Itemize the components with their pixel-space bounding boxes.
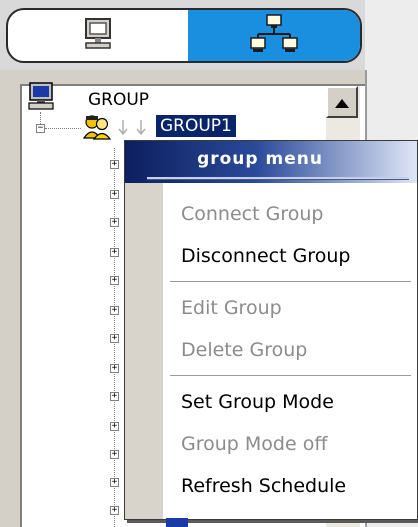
menu-item-disconnect-group[interactable]: Disconnect Group: [181, 245, 350, 267]
expand-toggle[interactable]: +: [110, 506, 119, 515]
expand-toggle[interactable]: +: [110, 190, 119, 199]
view-tab-bar: [0, 0, 418, 70]
menu-header: group menu: [125, 141, 417, 183]
menu-item-refresh-schedule[interactable]: Refresh Schedule: [181, 475, 346, 497]
tree-node-icon: [166, 518, 188, 527]
network-icon: [249, 13, 299, 58]
expand-toggle[interactable]: +: [110, 422, 119, 431]
root-node-icon: [28, 82, 54, 114]
link-arrows-icon: [116, 118, 152, 140]
expand-toggle[interactable]: +: [110, 364, 119, 373]
tree-root-label[interactable]: GROUP: [88, 90, 149, 110]
scroll-up-arrow-icon: [335, 93, 349, 112]
expand-toggle[interactable]: +: [110, 218, 119, 227]
scroll-up-button[interactable]: [326, 86, 358, 118]
tree-node-selected-label[interactable]: GROUP1: [156, 115, 236, 137]
tab-network-view[interactable]: [188, 10, 360, 61]
view-tab-group: [6, 8, 362, 63]
collapse-toggle[interactable]: −: [36, 124, 45, 133]
menu-separator: [170, 375, 411, 377]
group-context-menu: group menu Connect Group Disconnect Grou…: [124, 140, 418, 520]
menu-item-edit-group[interactable]: Edit Group: [181, 297, 282, 319]
group-users-icon: [82, 114, 112, 144]
expand-toggle[interactable]: +: [110, 306, 119, 315]
menu-header-divider: [147, 177, 409, 180]
expand-toggle[interactable]: +: [110, 160, 119, 169]
expand-toggle[interactable]: +: [110, 450, 119, 459]
menu-item-delete-group[interactable]: Delete Group: [181, 339, 307, 361]
expand-toggle[interactable]: +: [110, 478, 119, 487]
menu-item-set-group-mode[interactable]: Set Group Mode: [181, 391, 334, 413]
menu-icon-gutter: [125, 183, 163, 519]
expand-toggle[interactable]: +: [110, 248, 119, 257]
computer-icon: [82, 17, 114, 55]
expand-toggle[interactable]: +: [110, 334, 119, 343]
tree-connector-line: [45, 128, 81, 129]
expand-toggle[interactable]: +: [110, 392, 119, 401]
tab-local-view[interactable]: [8, 10, 188, 61]
menu-item-group-mode-off[interactable]: Group Mode off: [181, 433, 327, 455]
menu-title: group menu: [197, 149, 323, 169]
tab-bar-rail: [365, 0, 418, 70]
menu-item-connect-group[interactable]: Connect Group: [181, 203, 323, 225]
expand-toggle[interactable]: +: [110, 276, 119, 285]
menu-separator: [170, 281, 411, 283]
